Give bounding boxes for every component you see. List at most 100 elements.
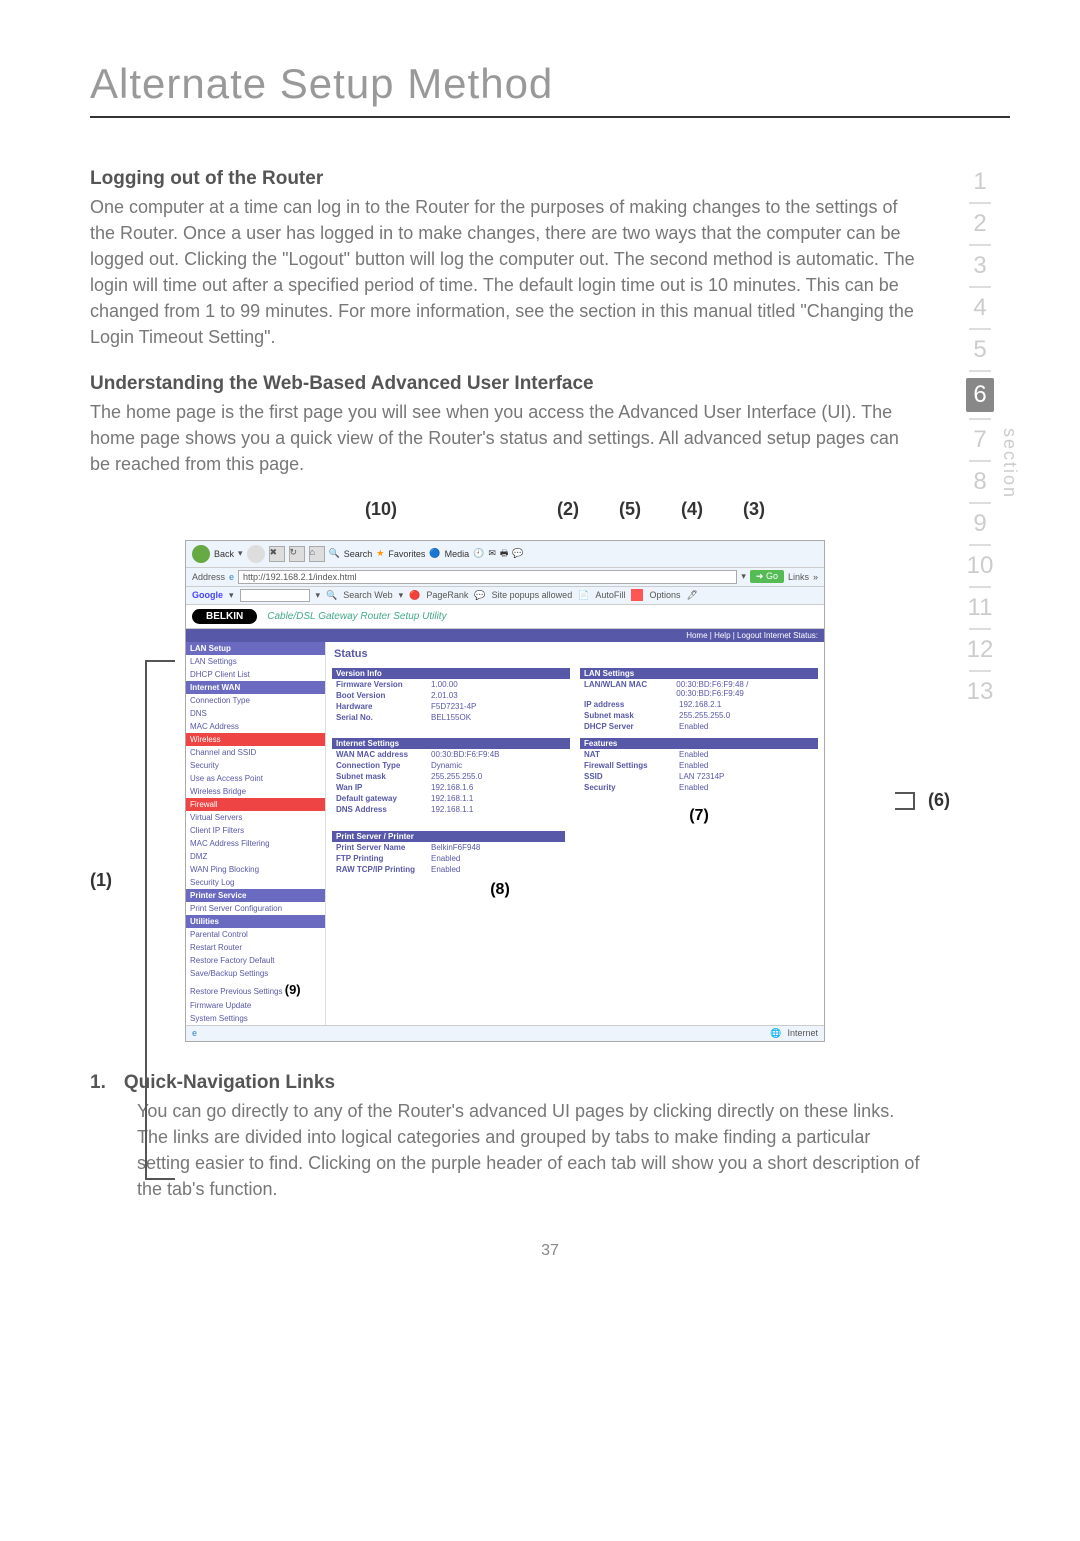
status-pane: Status Version Info Firmware Version1.00… xyxy=(326,642,824,1025)
ssid-v: LAN 72314P xyxy=(679,772,724,781)
mail-icon[interactable]: ✉ xyxy=(488,548,496,559)
nat-k: NAT xyxy=(584,750,679,759)
nav-psc[interactable]: Print Server Configuration xyxy=(186,902,325,915)
links-label[interactable]: Links xyxy=(788,572,809,582)
media-icon[interactable]: 🔵 xyxy=(429,548,440,559)
nav-ss[interactable]: System Settings xyxy=(186,1012,325,1025)
nav-fu[interactable]: Firmware Update xyxy=(186,999,325,1012)
chapter-title: Alternate Setup Method xyxy=(90,60,1010,108)
section-nav: 1 2 3 4 5 6 7 8 9 10 11 12 13 section xyxy=(950,168,1010,1202)
options-icon[interactable] xyxy=(631,589,643,601)
autofill-icon[interactable]: 📄 xyxy=(578,590,589,601)
popup-icon[interactable]: 💬 xyxy=(474,590,485,601)
nav-utilities[interactable]: Utilities xyxy=(186,915,325,928)
nav-cip[interactable]: Client IP Filters xyxy=(186,824,325,837)
nav-dhcp[interactable]: DHCP Client List xyxy=(186,668,325,681)
search-label[interactable]: Search xyxy=(344,549,373,559)
callout-8: (8) xyxy=(182,881,818,899)
refresh-icon[interactable]: ↻ xyxy=(289,546,305,562)
nav-vs[interactable]: Virtual Servers xyxy=(186,811,325,824)
nav-rps[interactable]: Restore Previous Settings (9) xyxy=(186,980,325,999)
nav-rr[interactable]: Restart Router xyxy=(186,941,325,954)
version-info-box: Version Info Firmware Version1.00.00 Boo… xyxy=(332,668,570,732)
nav-dmz[interactable]: DMZ xyxy=(186,850,325,863)
nav-lan-settings[interactable]: LAN Settings xyxy=(186,655,325,668)
media-label[interactable]: Media xyxy=(445,549,470,559)
history-icon[interactable]: 🕘 xyxy=(473,548,484,559)
nav-sbs[interactable]: Save/Backup Settings xyxy=(186,967,325,980)
section-12[interactable]: 12 xyxy=(967,636,994,664)
section-8[interactable]: 8 xyxy=(973,468,986,496)
fw-k: Firmware Version xyxy=(336,680,431,689)
highlighter-icon[interactable]: 🖊 xyxy=(686,590,697,601)
address-input[interactable]: http://192.168.2.1/index.html xyxy=(238,570,737,584)
nav-firewall[interactable]: Firewall xyxy=(186,798,325,811)
status-bar: e 🌐 Internet xyxy=(186,1025,824,1041)
section-3[interactable]: 3 xyxy=(973,252,986,280)
hw-v: F5D7231-4P xyxy=(431,702,476,711)
section-2[interactable]: 2 xyxy=(973,210,986,238)
google-search-input[interactable] xyxy=(240,589,310,602)
lan-sm-k: Subnet mask xyxy=(584,711,679,720)
utility-header-links[interactable]: Home | Help | Logout Internet Status: xyxy=(186,629,824,642)
feat-fw-k: Firewall Settings xyxy=(584,761,679,770)
nav-wpb[interactable]: WAN Ping Blocking xyxy=(186,863,325,876)
home-icon[interactable]: ⌂ xyxy=(309,546,325,562)
nav-mac[interactable]: MAC Address xyxy=(186,720,325,733)
hw-k: Hardware xyxy=(336,702,431,711)
heading-logging-out: Logging out of the Router xyxy=(90,168,920,190)
section-6-active[interactable]: 6 xyxy=(966,378,994,412)
dn-k: DNS Address xyxy=(336,805,431,814)
google-logo[interactable]: Google xyxy=(192,590,223,600)
nav-rfd[interactable]: Restore Factory Default xyxy=(186,954,325,967)
options-label[interactable]: Options xyxy=(649,590,680,600)
nav-lan-setup[interactable]: LAN Setup xyxy=(186,642,325,655)
page-number: 37 xyxy=(90,1242,1010,1260)
go-button[interactable]: ➜ Go xyxy=(750,570,784,583)
section-10[interactable]: 10 xyxy=(967,552,994,580)
sn-v: BEL155OK xyxy=(431,713,471,722)
nav-wb[interactable]: Wireless Bridge xyxy=(186,785,325,798)
nav-dns[interactable]: DNS xyxy=(186,707,325,720)
section-1[interactable]: 1 xyxy=(973,168,986,196)
search-web-btn[interactable]: Search Web xyxy=(343,590,392,600)
back-icon[interactable] xyxy=(192,545,210,563)
nav-sec[interactable]: Security xyxy=(186,759,325,772)
ct-k: Connection Type xyxy=(336,761,431,770)
favorites-label[interactable]: Favorites xyxy=(388,549,425,559)
discuss-icon[interactable]: 💬 xyxy=(512,548,523,559)
news-icon[interactable]: 🔴 xyxy=(409,590,420,601)
search-web-icon[interactable]: 🔍 xyxy=(326,590,337,601)
features-box: Features NATEnabled Firewall SettingsEna… xyxy=(580,738,818,825)
nav-uap[interactable]: Use as Access Point xyxy=(186,772,325,785)
print-icon[interactable]: 🖶 xyxy=(500,546,509,562)
favorites-icon[interactable]: ★ xyxy=(376,548,384,559)
section-9[interactable]: 9 xyxy=(973,510,986,538)
pn-v: BelkinF6F948 xyxy=(431,843,480,852)
nav-conn-type[interactable]: Connection Type xyxy=(186,694,325,707)
section-13[interactable]: 13 xyxy=(967,678,994,706)
forward-icon[interactable] xyxy=(247,545,265,563)
back-button[interactable]: Back xyxy=(214,549,234,559)
section-5[interactable]: 5 xyxy=(973,336,986,364)
ie-status-icon: e xyxy=(192,1028,197,1038)
callout-9: (9) xyxy=(285,982,301,997)
section-7[interactable]: 7 xyxy=(973,426,986,454)
nav-internet-wan[interactable]: Internet WAN xyxy=(186,681,325,694)
features-head: Features xyxy=(580,738,818,749)
autofill-label[interactable]: AutoFill xyxy=(595,590,625,600)
nav-macf[interactable]: MAC Address Filtering xyxy=(186,837,325,850)
stop-icon[interactable]: ✖ xyxy=(269,546,285,562)
section-4[interactable]: 4 xyxy=(973,294,986,322)
popups-label[interactable]: Site popups allowed xyxy=(492,590,573,600)
nav-pc[interactable]: Parental Control xyxy=(186,928,325,941)
nav-wireless[interactable]: Wireless xyxy=(186,733,325,746)
belkin-header: BELKIN Cable/DSL Gateway Router Setup Ut… xyxy=(186,605,824,629)
pn-k: Print Server Name xyxy=(336,843,431,852)
lan-ip-k: IP address xyxy=(584,700,679,709)
search-icon[interactable]: 🔍 xyxy=(329,548,340,559)
pagerank-label: PageRank xyxy=(426,590,468,600)
nav-chan[interactable]: Channel and SSID xyxy=(186,746,325,759)
section-11[interactable]: 11 xyxy=(968,594,993,622)
lan-settings-box: LAN Settings LAN/WLAN MAC00:30:BD:F6:F9:… xyxy=(580,668,818,732)
